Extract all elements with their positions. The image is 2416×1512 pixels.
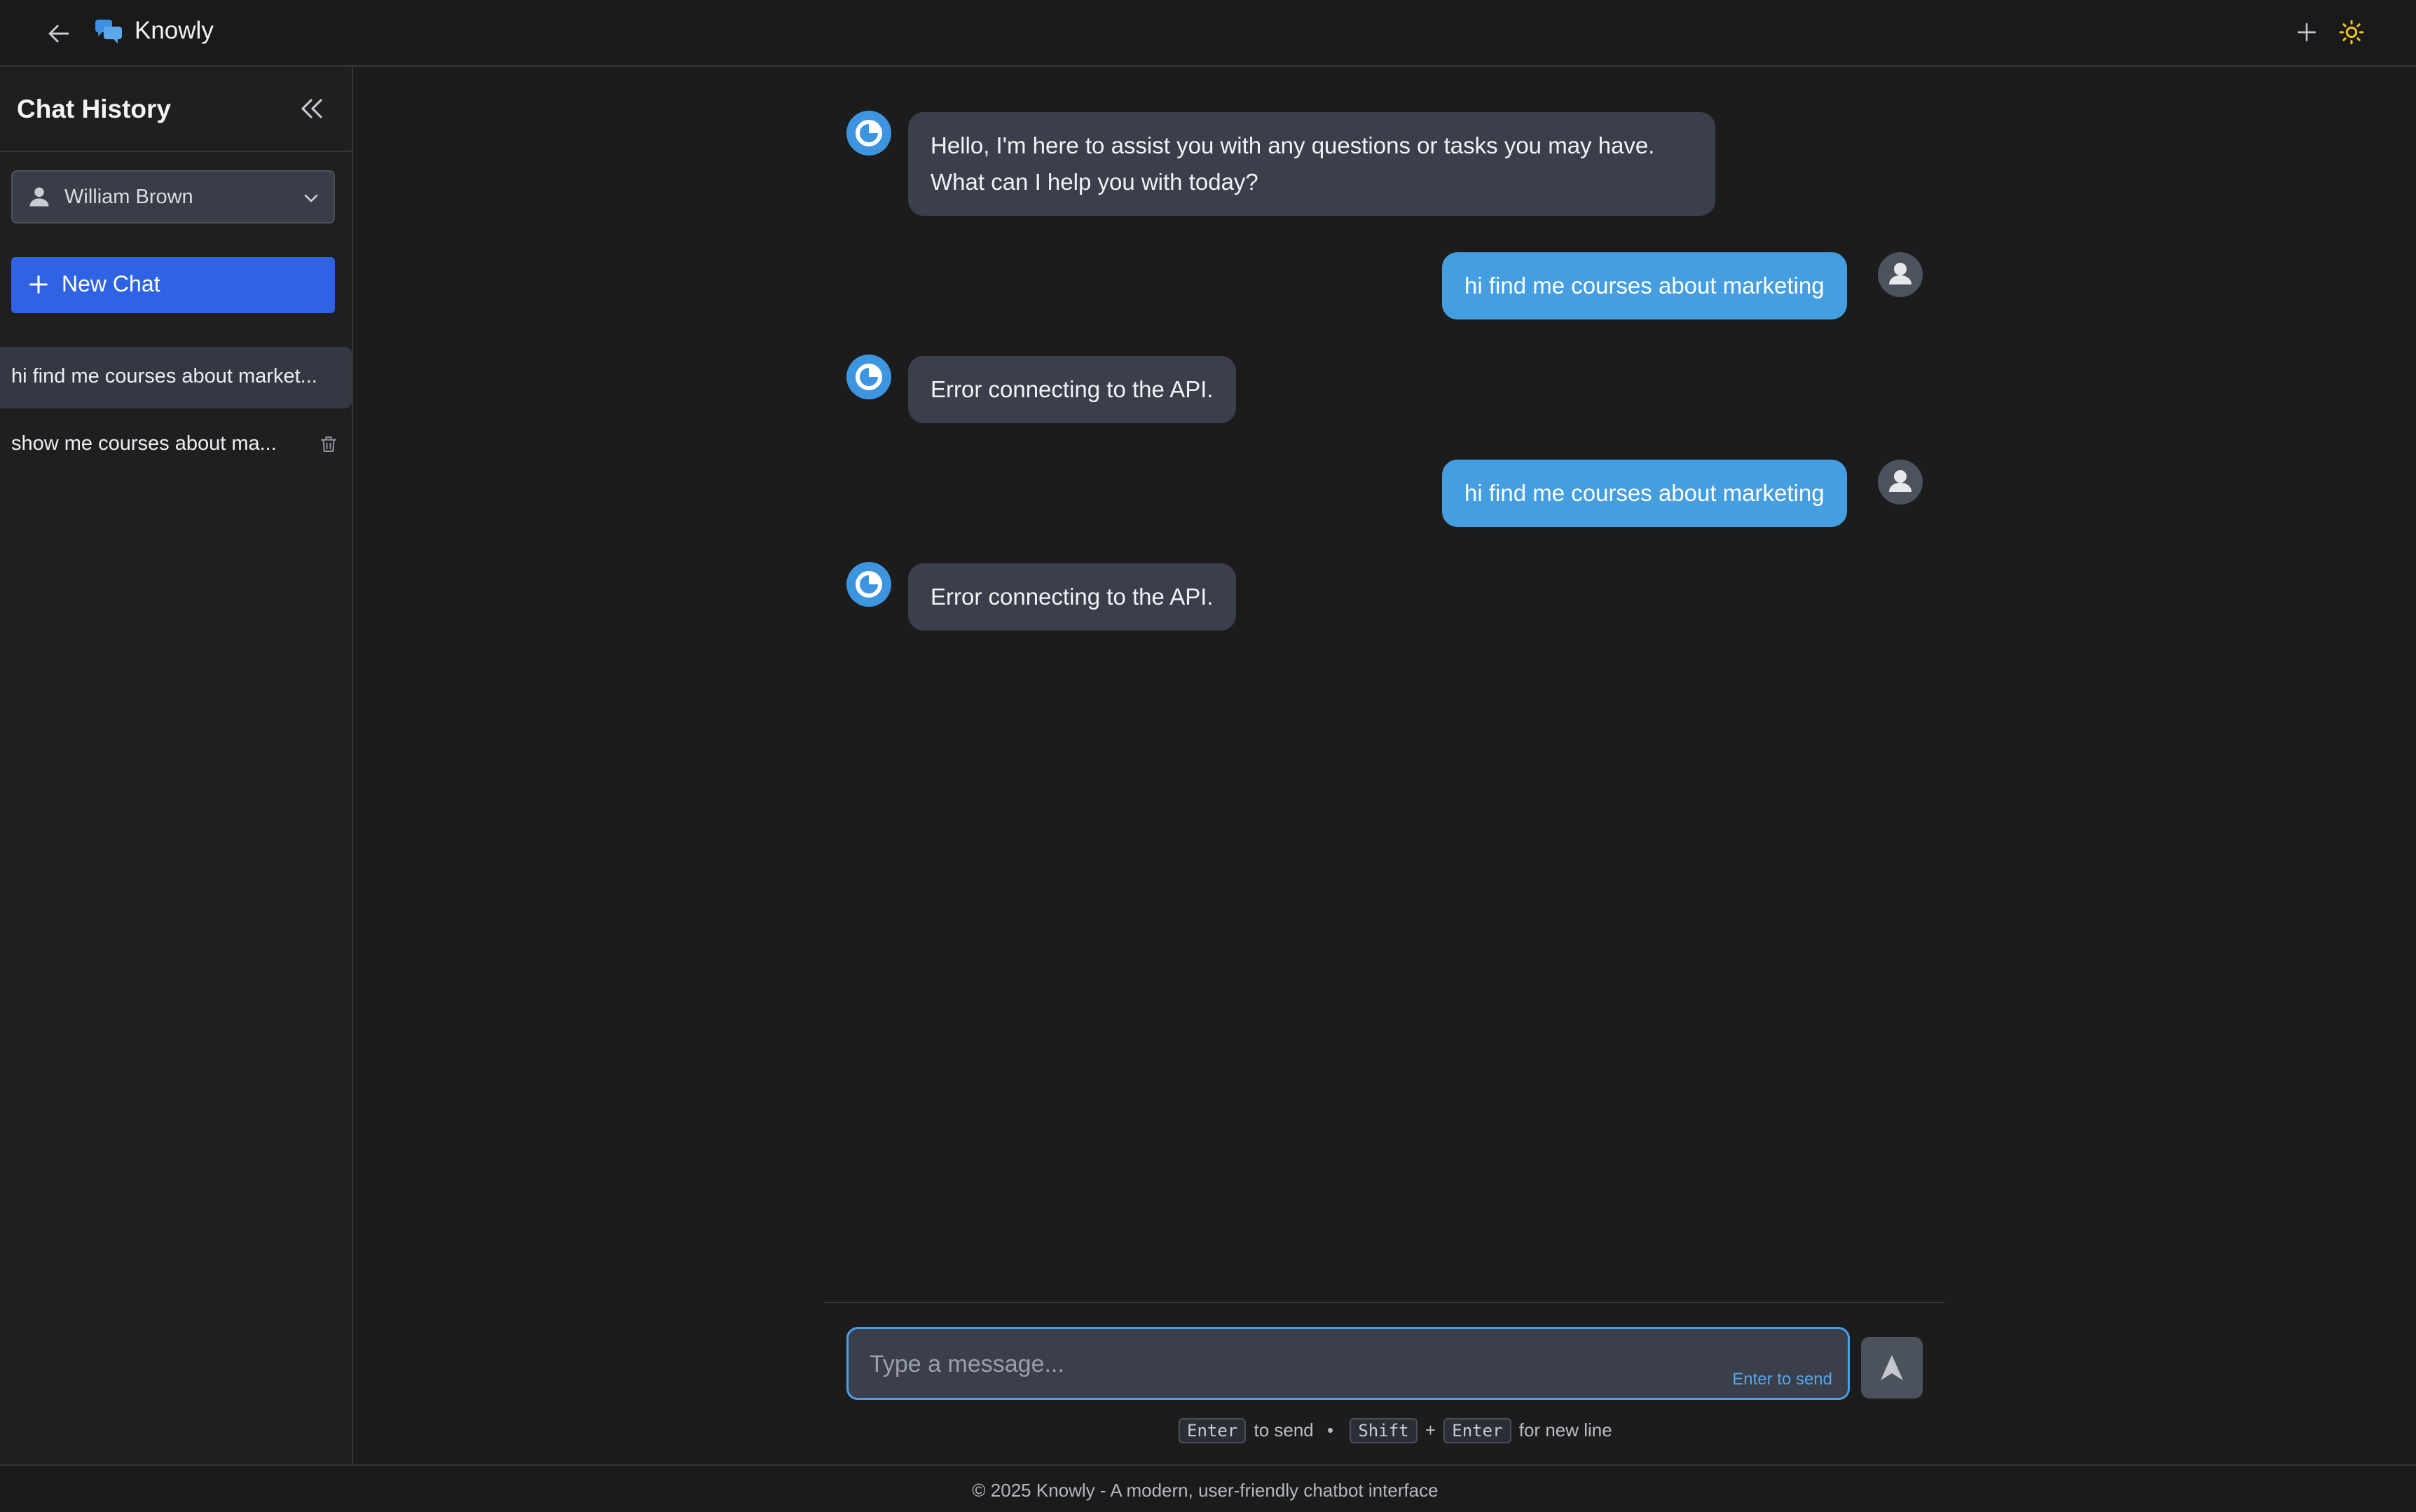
enter-key: Enter	[1443, 1418, 1511, 1443]
back-button[interactable]	[43, 18, 74, 49]
new-chat-header-button[interactable]	[2293, 17, 2321, 48]
pie-chart-icon	[856, 571, 882, 598]
user-message: hi find me courses about marketing	[1442, 252, 1847, 319]
user-icon	[1889, 263, 1911, 284]
enter-to-send-hint: Enter to send	[1732, 1370, 1832, 1389]
send-icon	[1881, 1355, 1903, 1380]
sidebar-header: Chat History	[0, 67, 352, 152]
send-shortcut-text: to send	[1254, 1420, 1314, 1441]
bot-avatar	[846, 355, 891, 399]
user-name: William Brown	[64, 186, 193, 208]
bot-avatar	[846, 562, 891, 607]
chevrons-left-icon	[301, 99, 322, 118]
sidebar: Chat History William Brown New Chat hi f…	[0, 67, 353, 1465]
send-button[interactable]	[1861, 1337, 1923, 1398]
plus-icon	[2298, 23, 2316, 42]
history-item-label: show me courses about ma...	[11, 432, 277, 455]
sidebar-title: Chat History	[17, 95, 171, 123]
assistant-message: Error connecting to the API.	[908, 356, 1236, 423]
chevron-down-icon	[304, 194, 318, 202]
app-title: Knowly	[135, 17, 214, 44]
user-message: hi find me courses about marketing	[1442, 460, 1847, 527]
user-icon	[29, 187, 49, 207]
separator-dot: •	[1327, 1420, 1334, 1441]
assistant-message: Hello, I'm here to assist you with any q…	[908, 112, 1715, 216]
pie-chart-icon	[856, 120, 882, 146]
plus-icon	[29, 275, 48, 294]
user-icon	[1889, 470, 1911, 492]
shift-key: Shift	[1350, 1418, 1418, 1443]
theme-toggle-button[interactable]	[2338, 18, 2366, 46]
plus-sign: +	[1425, 1420, 1436, 1441]
new-chat-button[interactable]: New Chat	[11, 257, 335, 313]
user-select[interactable]: William Brown	[11, 170, 335, 224]
arrow-left-icon	[48, 25, 69, 43]
assistant-message: Error connecting to the API.	[908, 563, 1236, 631]
bot-avatar	[846, 111, 891, 156]
new-chat-label: New Chat	[62, 271, 160, 296]
chat-bubbles-icon	[95, 20, 123, 45]
footer-text: © 2025 Knowly - A modern, user-friendly …	[972, 1480, 1439, 1501]
message-input-box[interactable]: Enter to send	[846, 1327, 1850, 1400]
composer-divider	[824, 1302, 1945, 1303]
sun-icon	[2339, 20, 2364, 45]
pie-chart-icon	[856, 364, 882, 390]
footer: © 2025 Knowly - A modern, user-friendly …	[0, 1464, 2416, 1512]
user-avatar	[1878, 460, 1923, 504]
history-item-label: hi find me courses about market...	[11, 365, 317, 387]
newline-shortcut-text: for new line	[1518, 1420, 1612, 1441]
collapse-sidebar-button[interactable]	[294, 92, 328, 125]
trash-icon[interactable]	[318, 432, 339, 456]
message-input[interactable]	[870, 1346, 1640, 1382]
enter-key: Enter	[1179, 1418, 1247, 1443]
top-header: Knowly	[0, 0, 2416, 67]
history-item-active[interactable]: hi find me courses about market...	[0, 347, 352, 408]
history-item[interactable]: show me courses about ma...	[0, 414, 352, 476]
keyboard-shortcuts: Enter to send • Shift + Enter for new li…	[1176, 1418, 1612, 1448]
user-avatar	[1878, 252, 1923, 297]
